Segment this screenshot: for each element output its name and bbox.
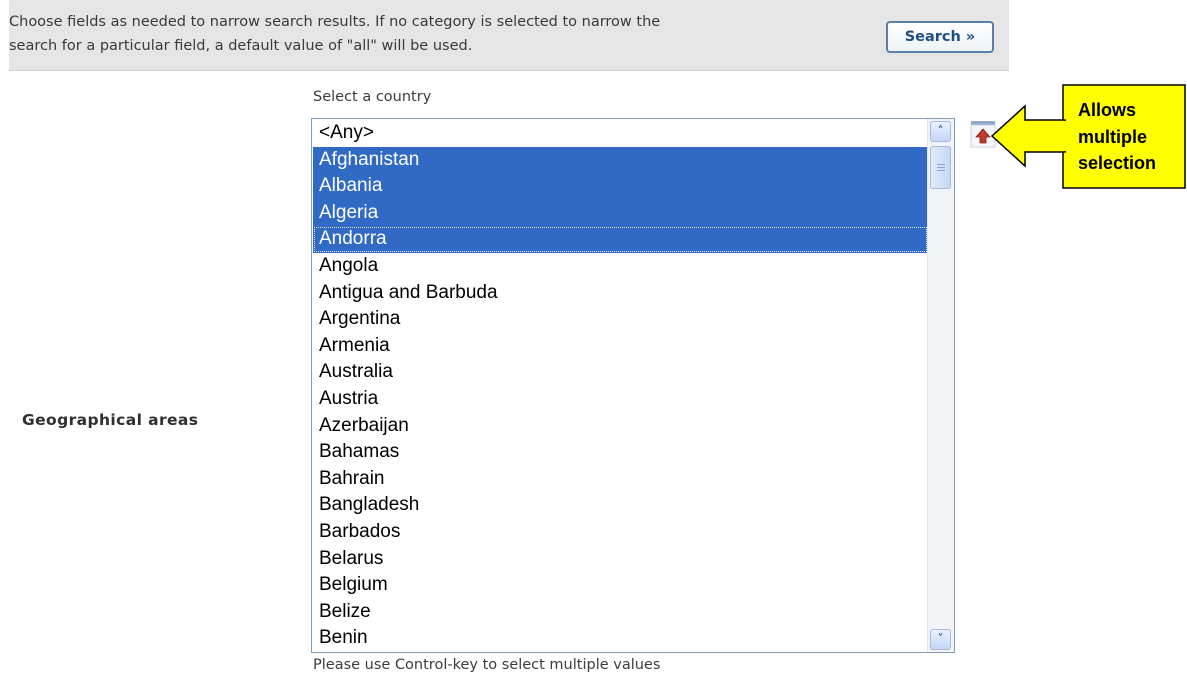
- country-option[interactable]: <Any>: [313, 120, 928, 147]
- select-country-label: Select a country: [313, 89, 432, 105]
- vertical-scrollbar[interactable]: ˄ ˅: [927, 119, 954, 652]
- search-button[interactable]: Search »: [886, 21, 994, 53]
- country-option[interactable]: Austria: [313, 386, 928, 413]
- scrollbar-thumb[interactable]: [930, 146, 951, 189]
- country-option[interactable]: Albania: [313, 173, 928, 200]
- instructions-text: Choose fields as needed to narrow search…: [9, 14, 661, 54]
- callout-text: Allows multiple selection: [1078, 100, 1157, 173]
- country-options: <Any> Afghanistan Albania Algeria Andorra Ang…: [313, 120, 928, 652]
- country-option[interactable]: Belgium: [313, 572, 928, 599]
- country-option[interactable]: Algeria: [313, 199, 928, 227]
- country-option[interactable]: Bahrain: [313, 466, 928, 493]
- country-option[interactable]: Bahamas: [313, 439, 928, 466]
- country-option[interactable]: Belarus: [313, 546, 928, 573]
- country-option[interactable]: Armenia: [313, 333, 928, 360]
- instructions-bar: Choose fields as needed to narrow search…: [9, 0, 1009, 71]
- country-option[interactable]: Afghanistan: [313, 146, 928, 174]
- country-option[interactable]: Andorra: [313, 226, 928, 253]
- country-listbox[interactable]: <Any> Afghanistan Albania Algeria Andorra Ang…: [311, 118, 955, 653]
- country-option[interactable]: Antigua and Barbuda: [313, 280, 928, 307]
- country-option[interactable]: Barbados: [313, 519, 928, 546]
- chevron-down-icon[interactable]: ˅: [930, 629, 951, 650]
- country-option[interactable]: Angola: [313, 253, 928, 280]
- chevron-up-icon[interactable]: ˄: [930, 121, 951, 142]
- country-option[interactable]: Australia: [313, 359, 928, 386]
- country-option[interactable]: Argentina: [313, 306, 928, 333]
- field-label: Geographical areas: [22, 411, 199, 429]
- country-option[interactable]: Azerbaijan: [313, 413, 928, 440]
- multi-select-help: Please use Control-key to select multipl…: [313, 657, 661, 673]
- country-option[interactable]: Belize: [313, 599, 928, 626]
- country-option[interactable]: Benin: [313, 625, 928, 652]
- country-option[interactable]: Bangladesh: [313, 492, 928, 519]
